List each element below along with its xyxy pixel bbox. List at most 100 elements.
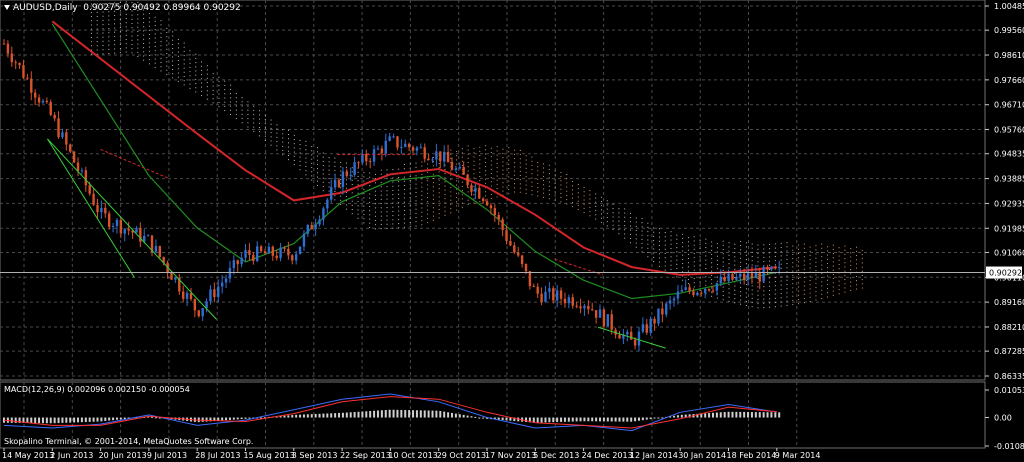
- cloud-dot: [653, 252, 655, 254]
- candle-body: [739, 273, 742, 277]
- cloud-dot: [647, 252, 649, 254]
- cloud-dot: [218, 81, 220, 83]
- cloud-dot: [519, 183, 521, 185]
- y-tick-label: 0.87285: [994, 347, 1024, 356]
- macd-histogram-bar: [723, 412, 726, 418]
- cloud-dot: [461, 156, 463, 158]
- cloud-dot: [734, 260, 736, 262]
- cloud-dot: [629, 221, 631, 223]
- candle-body: [485, 201, 489, 206]
- cloud-dot: [705, 276, 707, 278]
- candle-body: [69, 144, 72, 152]
- cloud-dot: [392, 219, 394, 221]
- macd-histogram-bar: [778, 412, 781, 418]
- cloud-dot: [427, 192, 429, 194]
- cloud-dot: [154, 16, 156, 18]
- cloud-dot: [398, 202, 400, 204]
- cloud-dot: [467, 145, 469, 147]
- macd-histogram-bar: [404, 410, 407, 418]
- cloud-dot: [734, 293, 736, 295]
- candle-body: [633, 339, 637, 346]
- cloud-dot: [815, 245, 817, 247]
- cloud-dot: [774, 293, 776, 295]
- cloud-dot: [166, 69, 168, 71]
- cloud-dot: [502, 152, 504, 154]
- cloud-dot: [780, 288, 782, 290]
- candle-body: [170, 272, 173, 280]
- cloud-dot: [780, 297, 782, 299]
- cloud-dot: [502, 165, 504, 167]
- symbol-dropdown-icon[interactable]: [4, 5, 10, 10]
- cloud-dot: [154, 41, 156, 43]
- candle-body: [380, 148, 384, 154]
- cloud-dot: [763, 261, 765, 263]
- cloud-dot: [369, 172, 371, 174]
- cloud-dot: [682, 279, 684, 281]
- cloud-dot: [270, 123, 272, 125]
- cloud-dot: [798, 290, 800, 292]
- cloud-dot: [769, 294, 771, 296]
- cloud-dot: [757, 278, 759, 280]
- cloud-dot: [751, 251, 753, 253]
- cloud-dot: [166, 32, 168, 34]
- cloud-dot: [861, 270, 863, 272]
- macd-histogram-bar: [123, 417, 126, 419]
- cloud-dot: [740, 303, 742, 305]
- cloud-dot: [340, 174, 342, 176]
- cloud-dot: [230, 109, 232, 111]
- macd-histogram-bar: [96, 417, 99, 422]
- cloud-dot: [803, 252, 805, 254]
- x-tick-label: 10 Oct 2013: [388, 451, 437, 460]
- cloud-dot: [832, 290, 834, 292]
- cloud-dot: [218, 93, 220, 95]
- candle-body: [778, 267, 781, 269]
- cloud-dot: [172, 31, 174, 33]
- candle-body: [481, 198, 485, 202]
- cloud-dot: [658, 240, 660, 242]
- cloud-dot: [293, 164, 295, 166]
- cloud-dot: [264, 131, 266, 133]
- cloud-dot: [635, 234, 637, 236]
- cloud-dot: [780, 263, 782, 265]
- candle-body: [181, 291, 185, 299]
- cloud-dot: [212, 77, 214, 79]
- candle-body: [696, 292, 699, 296]
- candle-body: [37, 97, 41, 103]
- cloud-dot: [334, 191, 336, 193]
- cloud-dot: [815, 295, 817, 297]
- cloud-dot: [490, 181, 492, 183]
- macd-histogram-bar: [322, 413, 325, 418]
- candle-body: [96, 204, 99, 213]
- candle-body: [493, 208, 497, 216]
- cloud-dot: [148, 25, 150, 27]
- cloud-dot: [774, 276, 776, 278]
- candle-body: [435, 151, 438, 160]
- macd-histogram-bar: [396, 409, 399, 418]
- cloud-dot: [728, 242, 730, 244]
- cloud-dot: [316, 176, 318, 178]
- cloud-dot: [114, 27, 116, 29]
- cloud-dot: [548, 173, 550, 175]
- cloud-dot: [496, 183, 498, 185]
- cloud-dot: [832, 273, 834, 275]
- cloud-dot: [780, 276, 782, 278]
- cloud-dot: [403, 189, 405, 191]
- cloud-dot: [844, 266, 846, 268]
- cloud-dot: [241, 113, 243, 115]
- cloud-dot: [114, 52, 116, 54]
- macd-histogram-bar: [579, 417, 582, 422]
- candle-body: [774, 266, 777, 269]
- y-tick-label: 0.91060: [994, 248, 1024, 257]
- cloud-dot: [293, 155, 295, 157]
- cloud-dot: [554, 191, 556, 193]
- chart-window[interactable]: 1.00485 0.99560 0.98610 0.97660 0.96710 0.957…: [0, 0, 1024, 462]
- cloud-dot: [751, 297, 753, 299]
- cloud-dot: [247, 113, 249, 115]
- cloud-dot: [473, 198, 475, 200]
- macd-histogram-bar: [587, 417, 590, 422]
- cloud-dot: [328, 186, 330, 188]
- cloud-dot: [415, 204, 417, 206]
- cloud-dot: [392, 206, 394, 208]
- cloud-dot: [722, 244, 724, 246]
- cloud-dot: [809, 292, 811, 294]
